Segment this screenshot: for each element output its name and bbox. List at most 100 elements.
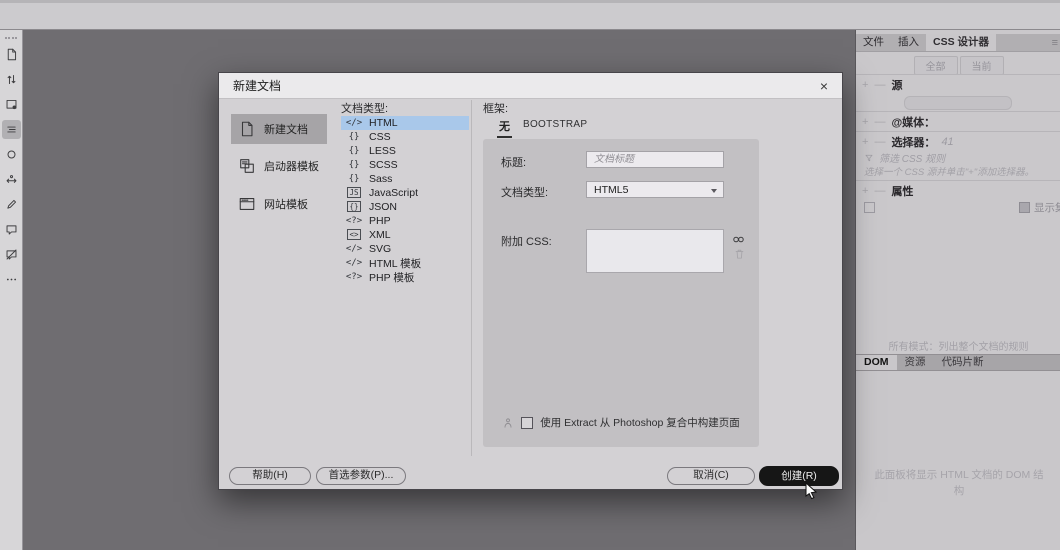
selectors-empty-hint: 选择一个 CSS 源并单击"+"添加选择器。	[864, 164, 1058, 178]
sources-section-header: + — 源	[862, 77, 902, 93]
category-new-document[interactable]: 新建文档	[231, 114, 327, 144]
show-set-toggle[interactable]: 显示集	[1019, 200, 1060, 215]
doc-type-php[interactable]: <?> PHP	[341, 214, 469, 228]
file-type-icon: <>	[344, 230, 364, 240]
doc-type-svg[interactable]: </>SVG	[341, 242, 469, 256]
dom-panel-body: 此面板将显示 HTML 文档的 DOM 结构	[856, 371, 1060, 550]
remove-selector-button[interactable]: —	[874, 136, 885, 148]
cancel-button[interactable]: 取消(C)	[667, 467, 755, 485]
add-source-button[interactable]: +	[862, 79, 868, 91]
comment-icon[interactable]	[2, 220, 21, 239]
format-lines-icon[interactable]	[2, 120, 21, 139]
mouse-cursor	[804, 482, 819, 500]
panel-tab-插入[interactable]: 插入	[891, 34, 926, 51]
doc-type-xml[interactable]: <> XML	[341, 228, 469, 242]
doc-type-list-label: 文档类型:	[341, 100, 388, 116]
framework-label: 框架:	[483, 100, 508, 116]
css-source-selector[interactable]	[904, 96, 1012, 110]
remove-media-button[interactable]: —	[874, 116, 885, 128]
more-options-icon[interactable]	[2, 270, 21, 289]
doc-type-label: PHP	[369, 215, 391, 227]
remove-property-button[interactable]: —	[874, 185, 885, 197]
css-current-button[interactable]: 当前	[960, 56, 1004, 75]
file-type-icon: </>	[344, 258, 364, 268]
move-horizontal-icon[interactable]	[2, 170, 21, 189]
file-type-icon: {}	[344, 146, 364, 156]
dom-tab-资源[interactable]: 资源	[897, 355, 934, 370]
framework-tab-none[interactable]: 无	[497, 118, 512, 138]
doc-type-less[interactable]: {} LESS	[341, 144, 469, 158]
css-rule-filter[interactable]: 筛选 CSS 规则	[864, 150, 945, 165]
doc-type-css[interactable]: {}CSS	[341, 130, 469, 144]
doctype-dropdown[interactable]: HTML5	[586, 181, 724, 198]
all-mode-hint: 所有模式：列出整个文档的规则	[856, 338, 1060, 353]
doc-type-php-模板[interactable]: <?> PHP 模板	[341, 270, 469, 284]
divider	[856, 111, 1060, 112]
add-property-button[interactable]: +	[862, 185, 868, 197]
doc-type-html-模板[interactable]: </> HTML 模板	[341, 256, 469, 270]
attach-css-listbox[interactable]	[586, 229, 724, 273]
doc-type-label: HTML	[369, 117, 398, 129]
file-type-icon: {}	[344, 132, 364, 142]
document-title-input[interactable]	[586, 151, 724, 168]
doc-type-label: PHP 模板	[369, 270, 414, 285]
site-templates-icon	[238, 195, 256, 213]
category-label: 启动器模板	[264, 158, 319, 174]
trash-icon[interactable]	[734, 248, 745, 260]
selectors-note: 41	[941, 136, 953, 148]
new-document-dialog: 新建文档 × 新建文档启动器模板网站模板 文档类型: </>HTML{}CSS{…	[218, 72, 843, 490]
category-starter-templates[interactable]: 启动器模板	[231, 151, 327, 181]
doc-type-label: HTML 模板	[369, 256, 421, 271]
toolbar-drag-handle[interactable]	[5, 33, 17, 39]
comment-disabled-icon[interactable]	[2, 245, 21, 264]
framework-tab-bootstrap[interactable]: BOOTSTRAP	[523, 119, 587, 130]
divider	[856, 74, 1060, 75]
doc-type-label: XML	[369, 229, 391, 241]
blank-page-icon	[238, 120, 256, 138]
file-type-icon: {}	[344, 160, 364, 170]
file-type-icon: <?>	[344, 216, 364, 226]
new-file-icon[interactable]	[2, 45, 21, 64]
target-icon[interactable]	[2, 145, 21, 164]
doc-type-label: SCSS	[369, 159, 398, 171]
sync-arrows-icon[interactable]	[2, 70, 21, 89]
category-label: 新建文档	[264, 121, 308, 137]
category-site-templates[interactable]: 网站模板	[231, 189, 327, 219]
doc-type-scss[interactable]: {} SCSS	[341, 158, 469, 172]
doc-type-html[interactable]: </> HTML	[341, 116, 469, 130]
category-label: 网站模板	[264, 196, 308, 212]
dom-panel-tabbar: DOM资源代码片断	[856, 354, 1060, 371]
attach-css-link-icon[interactable]	[732, 233, 745, 246]
dom-tab-dom[interactable]: DOM	[856, 355, 897, 370]
starter-templates-icon	[238, 157, 256, 175]
file-type-icon: <?>	[344, 272, 364, 282]
dom-tab-代码片断[interactable]: 代码片断	[934, 355, 992, 370]
extract-checkbox[interactable]	[521, 417, 533, 429]
add-media-button[interactable]: +	[862, 116, 868, 128]
live-view-icon[interactable]	[2, 95, 21, 114]
app-titlebar	[0, 0, 1060, 30]
css-all-button[interactable]: 全部	[914, 56, 958, 75]
property-checkbox[interactable]	[864, 202, 875, 213]
doc-type-label: JavaScript	[369, 187, 418, 199]
create-button[interactable]: 创建(R)	[759, 466, 839, 486]
left-toolbar	[0, 30, 23, 550]
media-section-header: + — @媒体：	[862, 114, 935, 130]
panel-tab-文件[interactable]: 文件	[856, 34, 891, 51]
file-type-icon: </>	[344, 118, 364, 128]
file-type-icon: {}	[344, 202, 364, 212]
doc-type-list: </>HTML{}CSS{}LESS{}SCSS{}SassJSJavaScri…	[341, 116, 469, 284]
remove-source-button[interactable]: —	[874, 79, 885, 91]
panel-tab-css-设计器[interactable]: CSS 设计器	[926, 34, 996, 51]
close-icon[interactable]: ×	[815, 77, 833, 95]
add-selector-button[interactable]: +	[862, 136, 868, 148]
help-button[interactable]: 帮助(H)	[229, 467, 311, 485]
preferences-button[interactable]: 首选参数(P)...	[316, 467, 406, 485]
extract-icon	[502, 417, 514, 429]
doc-type-javascript[interactable]: JSJavaScript	[341, 186, 469, 200]
doc-type-sass[interactable]: {}Sass	[341, 172, 469, 186]
pen-icon[interactable]	[2, 195, 21, 214]
panel-menu-icon[interactable]: ≡	[1052, 37, 1060, 49]
doc-type-json[interactable]: {}JSON	[341, 200, 469, 214]
doc-type-label: LESS	[369, 145, 396, 157]
